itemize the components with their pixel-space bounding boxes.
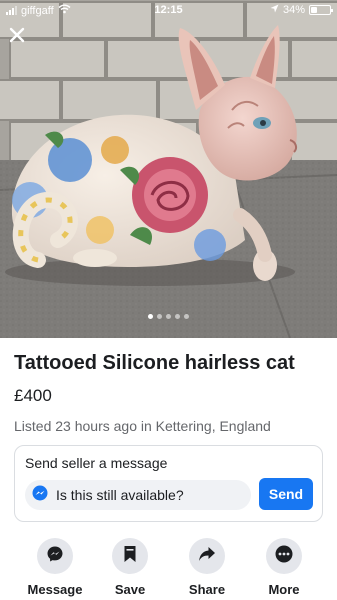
close-icon bbox=[9, 27, 25, 48]
more-action-circle bbox=[266, 538, 302, 574]
pagination-dot[interactable] bbox=[184, 314, 189, 319]
listing-meta: Listed 23 hours ago in Kettering, Englan… bbox=[14, 418, 271, 434]
battery-icon bbox=[309, 5, 333, 15]
listing-title: Tattooed Silicone hairless cat bbox=[14, 352, 295, 374]
more-action-button[interactable]: More bbox=[249, 538, 319, 597]
location-arrow-icon bbox=[270, 4, 279, 16]
listing-photo[interactable] bbox=[0, 0, 337, 338]
message-input[interactable]: Is this still available? bbox=[25, 480, 251, 510]
more-action-label: More bbox=[268, 582, 300, 597]
message-action-circle bbox=[37, 538, 73, 574]
save-action-label: Save bbox=[114, 582, 146, 597]
battery-percent: 34% bbox=[282, 4, 305, 16]
messenger-icon bbox=[46, 545, 64, 568]
share-arrow-icon bbox=[198, 546, 216, 567]
share-action-label: Share bbox=[188, 582, 226, 597]
pagination-dot[interactable] bbox=[175, 314, 180, 319]
message-card-title: Send seller a message bbox=[25, 455, 168, 471]
message-action-label: Message bbox=[27, 582, 83, 597]
message-seller-card: Send seller a message Is this still avai… bbox=[14, 445, 323, 522]
listing-price: £400 bbox=[14, 386, 52, 405]
send-button[interactable]: Send bbox=[259, 478, 313, 510]
save-action-circle bbox=[112, 538, 148, 574]
status-bar: giffgaff 12:15 34% bbox=[0, 0, 337, 20]
share-action-circle bbox=[189, 538, 225, 574]
photo-pagination[interactable] bbox=[0, 314, 337, 319]
pagination-dot[interactable] bbox=[157, 314, 162, 319]
action-bar: Message Save Share More bbox=[0, 538, 337, 598]
pagination-dot[interactable] bbox=[148, 314, 153, 319]
message-input-text: Is this still available? bbox=[56, 487, 184, 503]
share-action-button[interactable]: Share bbox=[172, 538, 242, 597]
bookmark-icon bbox=[123, 545, 137, 568]
messenger-icon bbox=[32, 485, 48, 506]
save-action-button[interactable]: Save bbox=[95, 538, 165, 597]
cat-sculpture-image bbox=[0, 0, 337, 338]
message-action-button[interactable]: Message bbox=[20, 538, 90, 597]
more-dots-icon bbox=[275, 545, 293, 568]
pagination-dot[interactable] bbox=[166, 314, 171, 319]
status-right: 34% bbox=[270, 4, 333, 16]
close-button[interactable] bbox=[4, 24, 30, 50]
